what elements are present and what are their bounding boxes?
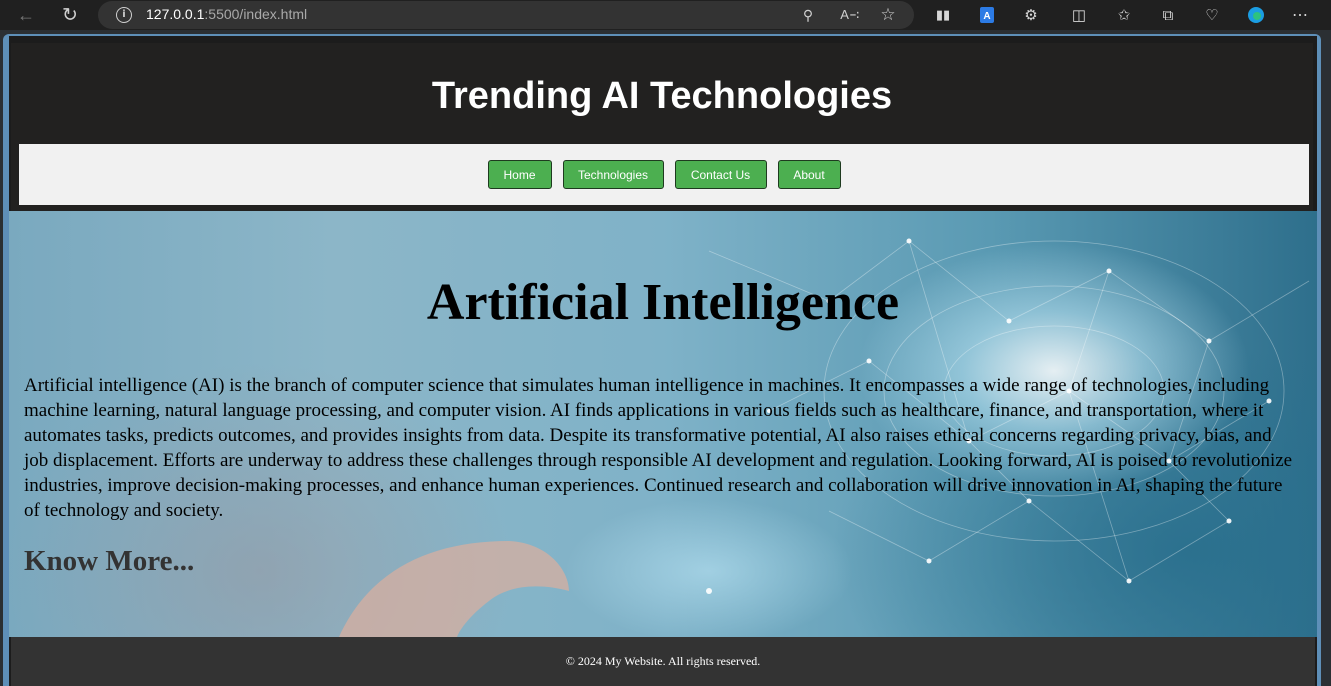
address-bar[interactable]: i 127.0.0.1:5500/index.html ⚲ A∹ ☆ (98, 1, 914, 29)
footer-copyright: © 2024 My Website. All rights reserved. (565, 654, 761, 668)
web-page: Trending AI Technologies Home Technologi… (9, 36, 1317, 686)
info-icon[interactable]: i (116, 7, 132, 23)
nav-technologies-button[interactable]: Technologies (562, 160, 664, 189)
site-footer: © 2024 My Website. All rights reserved. (11, 637, 1315, 686)
more-icon[interactable]: ⋯ (1289, 4, 1311, 26)
nav-home-button[interactable]: Home (487, 160, 552, 189)
svg-text:A: A (983, 11, 990, 22)
hero-title: Artificial Intelligence (426, 274, 900, 331)
window-frame: Trending AI Technologies Home Technologi… (3, 34, 1321, 686)
zoom-icon[interactable]: ⚲ (798, 5, 818, 25)
collections-icon[interactable]: ⧉ (1157, 4, 1179, 26)
site-title: Trending AI Technologies (431, 75, 893, 117)
browser-viewport: Trending AI Technologies Home Technologi… (0, 30, 1331, 686)
extensions-puzzle-icon[interactable]: ⚙ (1020, 4, 1042, 26)
nav-contact-button[interactable]: Contact Us (674, 160, 767, 189)
hero-section: Artificial Intelligence Artificial intel… (9, 211, 1317, 637)
url-path: :5500/index.html (204, 6, 308, 22)
health-icon[interactable]: ♡ (1201, 4, 1223, 26)
url-text[interactable]: 127.0.0.1:5500/index.html (146, 6, 307, 22)
split-screen-icon[interactable]: ◫ (1068, 4, 1090, 26)
edge-icon[interactable] (1245, 4, 1267, 26)
favorite-star-icon[interactable]: ☆ (878, 5, 898, 25)
reload-icon[interactable]: ↻ (58, 3, 82, 27)
read-aloud-icon[interactable]: A∹ (840, 5, 860, 25)
know-more-link[interactable]: Know More... (24, 545, 194, 578)
browser-toolbar: ← ↻ i 127.0.0.1:5500/index.html ⚲ A∹ ☆ ▮… (0, 0, 1331, 30)
extension-icon[interactable]: A (976, 4, 998, 26)
site-header: Trending AI Technologies Home Technologi… (11, 43, 1313, 211)
url-host: 127.0.0.1 (146, 6, 205, 22)
main-nav: Home Technologies Contact Us About (19, 144, 1309, 205)
extension-icon[interactable]: ▮▮ (932, 4, 954, 26)
favorites-icon[interactable]: ✩ (1113, 4, 1135, 26)
back-icon[interactable]: ← (14, 3, 38, 27)
nav-about-button[interactable]: About (777, 160, 841, 189)
hero-paragraph: Artificial intelligence (AI) is the bran… (24, 375, 1293, 521)
